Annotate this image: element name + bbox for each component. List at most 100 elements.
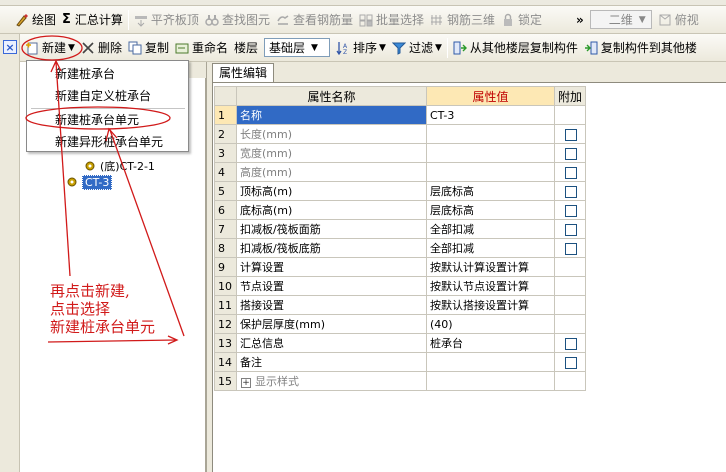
svg-text:Z: Z bbox=[343, 49, 347, 55]
annotation-line: 点击选择 bbox=[50, 300, 111, 318]
close-pane-icon[interactable]: × bbox=[3, 40, 17, 54]
flush-slab-button[interactable]: 平齐板顶 bbox=[131, 8, 202, 32]
floor-select[interactable]: 基础层 ▼ bbox=[264, 38, 330, 57]
menu-item-new-irregular-pile-cap-unit[interactable]: 新建异形桩承台单元 bbox=[28, 131, 187, 153]
table-row[interactable]: 3 宽度(mm) bbox=[214, 143, 587, 163]
top-view-button[interactable]: 俯视 bbox=[655, 8, 702, 32]
property-value-input[interactable]: 层底标高 bbox=[426, 181, 555, 201]
table-row[interactable]: 15 + 显示样式 bbox=[214, 371, 587, 391]
view-mode-select[interactable]: 二维 ▼ bbox=[589, 10, 652, 29]
table-row[interactable]: 7 扣减板/筏板面筋 全部扣减 bbox=[214, 219, 587, 239]
extra-checkbox[interactable] bbox=[565, 204, 577, 217]
toolbar-overflow-button[interactable]: » bbox=[573, 8, 587, 32]
property-name[interactable]: 底标高(m) bbox=[236, 200, 427, 220]
table-row[interactable]: 5 顶标高(m) 层底标高 bbox=[214, 181, 587, 201]
property-value-input[interactable]: 全部扣减 bbox=[426, 219, 555, 239]
row-number: 11 bbox=[214, 295, 237, 315]
property-name[interactable]: 长度(mm) bbox=[236, 124, 427, 144]
row-number: 10 bbox=[214, 276, 237, 296]
sum-calc-button[interactable]: Σ 汇总计算 bbox=[59, 8, 126, 32]
menu-item-new-pile-cap[interactable]: 新建桩承台 bbox=[28, 63, 187, 85]
row-number: 2 bbox=[214, 124, 237, 144]
extra-checkbox[interactable] bbox=[565, 223, 577, 236]
draw-button[interactable]: 绘图 bbox=[12, 8, 59, 32]
table-row[interactable]: 4 高度(mm) bbox=[214, 162, 587, 182]
menu-item-new-pile-cap-unit[interactable]: 新建桩承台单元 bbox=[28, 109, 187, 131]
extra-column-header[interactable]: 附加 bbox=[553, 86, 587, 106]
property-name[interactable]: 名称 bbox=[236, 105, 427, 125]
table-row[interactable]: 11 搭接设置 按默认搭接设置计算 bbox=[214, 295, 587, 315]
extra-checkbox[interactable] bbox=[565, 185, 577, 198]
property-value-input[interactable]: 层底标高 bbox=[426, 200, 555, 220]
property-value-input[interactable] bbox=[426, 162, 555, 182]
rebar-3d-button[interactable]: 钢筋三维 bbox=[427, 8, 498, 32]
extra-checkbox[interactable] bbox=[565, 356, 577, 369]
extra-checkbox[interactable] bbox=[565, 166, 577, 179]
property-name[interactable]: 扣减板/筏板底筋 bbox=[236, 238, 427, 258]
property-value-input[interactable]: (40) bbox=[426, 314, 555, 334]
property-name[interactable]: 扣减板/筏板面筋 bbox=[236, 219, 427, 239]
property-name[interactable]: + 显示样式 bbox=[236, 371, 427, 391]
name-column-header[interactable]: 属性名称 bbox=[236, 86, 427, 106]
chevron-down-icon: ▼ bbox=[434, 42, 442, 53]
copy-to-other-floor-button[interactable]: 复制构件到其他楼 bbox=[581, 36, 700, 60]
extra-checkbox[interactable] bbox=[565, 128, 577, 141]
row-number: 3 bbox=[214, 143, 237, 163]
menu-item-new-custom-pile-cap[interactable]: 新建自定义桩承台 bbox=[28, 85, 187, 107]
component-toolbar: 新建 ▼ 删除 复制 重命名 楼层 基础层 ▼ AZ 排序 ▼ 过滤 ▼ 从其他… bbox=[0, 34, 726, 62]
property-name[interactable]: 汇总信息 bbox=[236, 333, 427, 353]
table-row[interactable]: 8 扣减板/筏板底筋 全部扣减 bbox=[214, 238, 587, 258]
property-value-input[interactable]: 桩承台 bbox=[426, 333, 555, 353]
property-value-input[interactable] bbox=[426, 352, 555, 372]
left-dock-edge bbox=[0, 34, 20, 472]
property-name[interactable]: 节点设置 bbox=[236, 276, 427, 296]
table-row[interactable]: 10 节点设置 按默认节点设置计算 bbox=[214, 276, 587, 296]
extra-checkbox[interactable] bbox=[565, 147, 577, 160]
top-view-icon bbox=[659, 14, 671, 25]
property-value-input[interactable]: 全部扣减 bbox=[426, 238, 555, 258]
property-name[interactable]: 计算设置 bbox=[236, 257, 427, 277]
table-row[interactable]: 13 汇总信息 桩承台 bbox=[214, 333, 587, 353]
sort-button[interactable]: AZ 排序 ▼ bbox=[333, 36, 389, 60]
new-button[interactable]: 新建 ▼ bbox=[22, 36, 78, 60]
extra-checkbox[interactable] bbox=[565, 242, 577, 255]
property-value-input[interactable]: 按默认搭接设置计算 bbox=[426, 295, 555, 315]
filter-icon bbox=[391, 42, 406, 55]
lock-button[interactable]: 锁定 bbox=[498, 8, 545, 32]
property-name[interactable]: 顶标高(m) bbox=[236, 181, 427, 201]
property-name[interactable]: 保护层厚度(mm) bbox=[236, 314, 427, 334]
property-value-input[interactable]: 按默认节点设置计算 bbox=[426, 276, 555, 296]
expand-icon[interactable]: + bbox=[241, 378, 251, 388]
rename-button[interactable]: 重命名 bbox=[172, 36, 231, 60]
row-number: 6 bbox=[214, 200, 237, 220]
delete-button[interactable]: 删除 bbox=[78, 36, 125, 60]
filter-button[interactable]: 过滤 ▼ bbox=[389, 36, 445, 60]
tree-item-bottom[interactable]: (底)CT-2-1 bbox=[84, 158, 155, 174]
extra-checkbox[interactable] bbox=[565, 337, 577, 350]
property-value-input[interactable]: 按默认计算设置计算 bbox=[426, 257, 555, 277]
property-value-input[interactable]: CT-3 bbox=[426, 105, 555, 125]
table-row[interactable]: 14 备注 bbox=[214, 352, 587, 372]
property-value-input[interactable] bbox=[426, 371, 555, 391]
chevron-down-icon: ▼ bbox=[68, 42, 75, 53]
table-row[interactable]: 9 计算设置 按默认计算设置计算 bbox=[214, 257, 587, 277]
property-name[interactable]: 宽度(mm) bbox=[236, 143, 427, 163]
batch-select-button[interactable]: 批量选择 bbox=[356, 8, 427, 32]
copy-button[interactable]: 复制 bbox=[125, 36, 172, 60]
table-row[interactable]: 6 底标高(m) 层底标高 bbox=[214, 200, 587, 220]
table-row[interactable]: 2 长度(mm) bbox=[214, 124, 587, 144]
table-row[interactable]: 12 保护层厚度(mm) (40) bbox=[214, 314, 587, 334]
property-name[interactable]: 搭接设置 bbox=[236, 295, 427, 315]
find-element-button[interactable]: 查找图元 bbox=[202, 8, 273, 32]
property-name[interactable]: 高度(mm) bbox=[236, 162, 427, 182]
property-name[interactable]: 备注 bbox=[236, 352, 427, 372]
property-value-input[interactable] bbox=[426, 143, 555, 163]
property-value-input[interactable] bbox=[426, 124, 555, 144]
tab-property-edit[interactable]: 属性编辑 bbox=[212, 63, 275, 82]
copy-from-other-floor-button[interactable]: 从其他楼层复制构件 bbox=[450, 36, 581, 60]
value-column-header[interactable]: 属性值 bbox=[426, 86, 555, 106]
view-rebar-qty-button[interactable]: 查看钢筋量 bbox=[273, 8, 356, 32]
table-row[interactable]: 1 名称 CT-3 bbox=[214, 105, 587, 125]
tree-item-selected[interactable]: CT-3 bbox=[66, 174, 113, 190]
binoculars-icon bbox=[205, 14, 219, 26]
